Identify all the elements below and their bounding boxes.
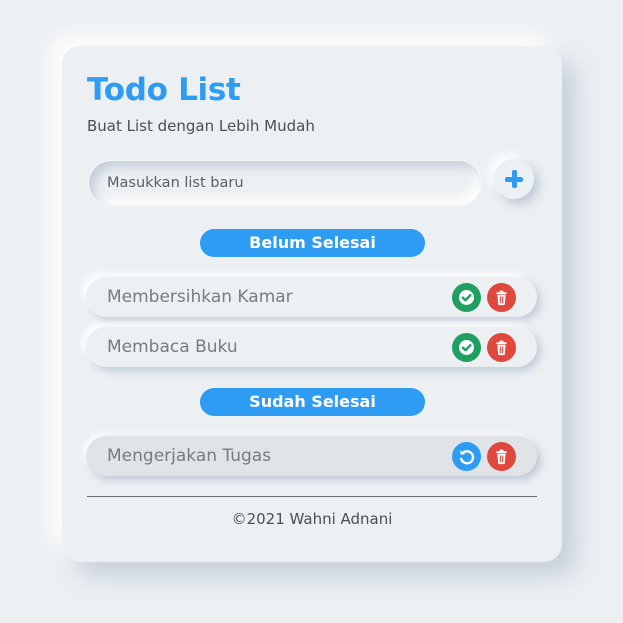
trash-icon	[496, 340, 507, 356]
divider	[87, 496, 537, 497]
undo-icon	[460, 450, 475, 465]
new-item-input[interactable]	[88, 160, 482, 206]
trash-icon	[496, 290, 507, 306]
complete-button[interactable]	[452, 283, 481, 312]
delete-button[interactable]	[487, 442, 516, 471]
delete-button[interactable]	[487, 283, 516, 312]
item-label: Membersihkan Kamar	[107, 287, 293, 307]
pending-item: Membaca Buku	[86, 327, 537, 367]
item-label: Mengerjakan Tugas	[107, 446, 272, 466]
delete-button[interactable]	[487, 333, 516, 362]
complete-button[interactable]	[452, 333, 481, 362]
done-item: Mengerjakan Tugas	[86, 436, 537, 476]
trash-icon	[496, 449, 507, 465]
add-item-button[interactable]	[494, 159, 534, 199]
footer-copyright: ©2021 Wahni Adnani	[231, 510, 393, 528]
section-pending-label: Belum Selesai	[200, 229, 425, 257]
check-circle-icon	[459, 340, 474, 355]
page-title: Todo List	[87, 72, 241, 108]
check-circle-icon	[459, 290, 474, 305]
todo-card: Todo List Buat List dengan Lebih Mudah B…	[62, 46, 562, 562]
section-done-label: Sudah Selesai	[200, 388, 425, 416]
page-subtitle: Buat List dengan Lebih Mudah	[87, 117, 315, 135]
item-label: Membaca Buku	[107, 337, 238, 357]
pending-item: Membersihkan Kamar	[86, 277, 537, 317]
undo-button[interactable]	[452, 442, 481, 471]
